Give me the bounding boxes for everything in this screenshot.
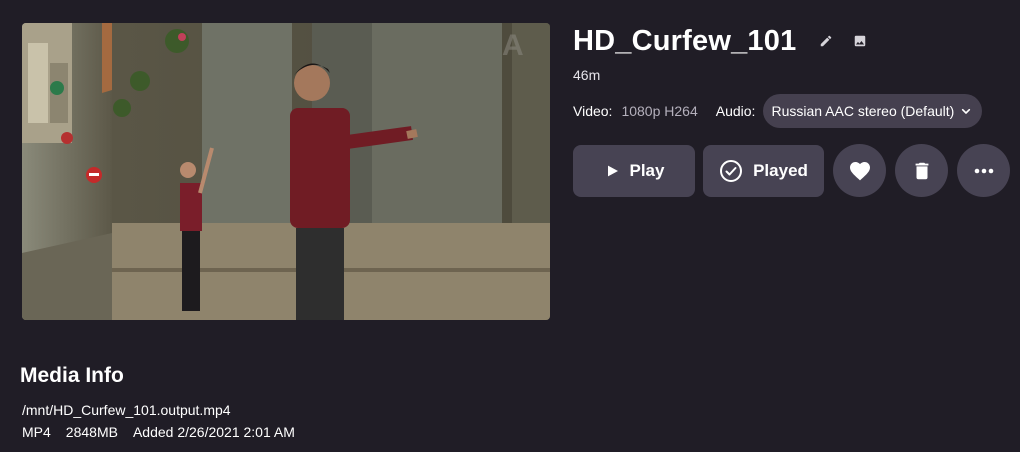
media-meta-row: MP4 2848MB Added 2/26/2021 2:01 AM: [22, 424, 295, 440]
thumbnail-image: A: [22, 23, 550, 320]
video-label: Video:: [573, 103, 613, 119]
thumbnail-watermark: A: [502, 29, 524, 62]
action-buttons: Play Played: [573, 144, 1010, 197]
more-horizontal-icon: [974, 168, 993, 173]
trash-icon: [915, 162, 928, 179]
media-container: MP4: [22, 424, 51, 440]
media-file-path: /mnt/HD_Curfew_101.output.mp4: [22, 402, 231, 418]
item-details-page: A HD_Curfew_101 46m Video: 1080p H264 Au…: [0, 0, 1020, 452]
stream-info-row: Video: 1080p H264 Audio: Russian AAC ste…: [573, 94, 983, 128]
audio-track-value: Russian AAC stereo (Default): [771, 103, 955, 119]
played-button[interactable]: Played: [703, 144, 824, 197]
title-row: HD_Curfew_101: [573, 22, 872, 60]
favorite-button[interactable]: [833, 144, 886, 197]
play-icon: [604, 163, 620, 179]
item-title: HD_Curfew_101: [573, 24, 797, 57]
video-thumbnail[interactable]: A: [22, 23, 550, 320]
edit-pencil-icon[interactable]: [814, 29, 838, 53]
video-value: 1080p H264: [621, 103, 698, 119]
audio-track-select[interactable]: Russian AAC stereo (Default): [763, 94, 983, 128]
media-size: 2848MB: [65, 424, 118, 440]
media-info-heading: Media Info: [20, 364, 124, 387]
played-label: Played: [753, 160, 808, 180]
play-button[interactable]: Play: [573, 144, 695, 197]
check-circle-icon: [719, 159, 743, 183]
delete-button[interactable]: [895, 144, 948, 197]
more-button[interactable]: [957, 144, 1010, 197]
audio-label: Audio:: [715, 103, 756, 119]
edit-images-icon[interactable]: [848, 29, 872, 53]
chevron-down-icon: [958, 103, 974, 119]
runtime: 46m: [573, 67, 601, 83]
media-added-date: Added 2/26/2021 2:01 AM: [132, 424, 295, 440]
heart-icon: [849, 161, 870, 180]
play-label: Play: [629, 160, 665, 180]
